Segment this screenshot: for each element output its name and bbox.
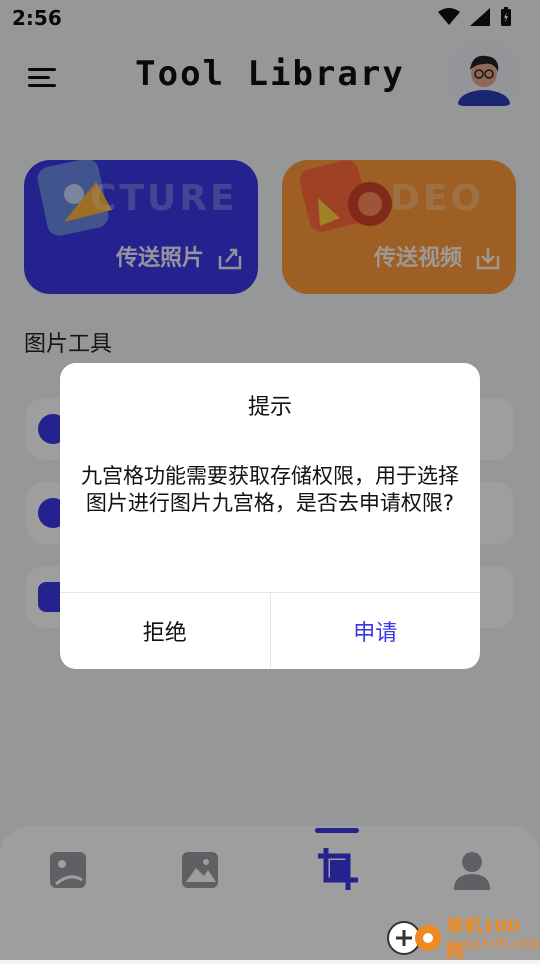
site-watermark: 单机100网 danji100.com: [384, 912, 540, 963]
dialog-message: 九宫格功能需要获取存储权限，用于选择图片进行图片九宫格，是否去申请权限?: [81, 464, 459, 515]
watermark-url: danji100.com: [446, 936, 540, 952]
dialog-title: 提示: [247, 395, 292, 420]
watermark-logo: [387, 921, 441, 955]
apply-button[interactable]: 申请: [271, 593, 481, 669]
deny-button[interactable]: 拒绝: [60, 593, 271, 669]
permission-dialog: 提示 九宫格功能需要获取存储权限，用于选择图片进行图片九宫格，是否去申请权限? …: [60, 363, 480, 669]
dialog-actions: 拒绝 申请: [60, 592, 480, 669]
